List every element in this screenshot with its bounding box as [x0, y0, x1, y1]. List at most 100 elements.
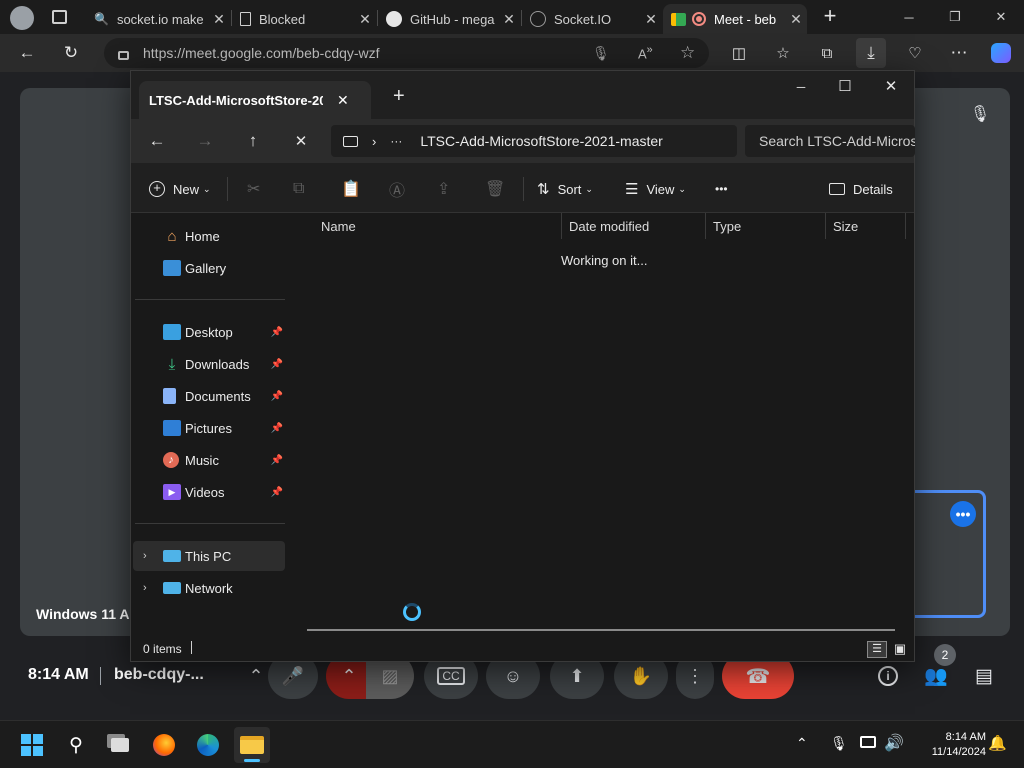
more-menu-icon[interactable]: ⋯	[944, 38, 974, 68]
chevron-right-icon: ›	[372, 133, 377, 149]
browser-tab-socketio-search[interactable]: 🔍 socket.io make ✕	[86, 4, 230, 34]
address-bar[interactable]: https://meet.google.com/beb-cdqy-wzf 🎙 A…	[104, 38, 709, 68]
back-icon[interactable]: ←	[141, 125, 173, 157]
chevron-right-icon[interactable]: ›	[143, 582, 147, 594]
task-view-icon[interactable]	[102, 727, 138, 763]
large-icons-view-icon[interactable]: ▣	[891, 641, 909, 658]
explorer-close-button[interactable]: ✕	[871, 75, 911, 99]
paste-icon[interactable]: 📋	[341, 175, 361, 203]
performance-icon[interactable]: ♡	[900, 38, 930, 68]
sort-button[interactable]: ⇅ Sort ⌄	[537, 175, 593, 203]
new-tab-button[interactable]: +	[818, 4, 842, 30]
show-hidden-icons-chevron-icon[interactable]: ⌃	[796, 735, 808, 752]
copy-icon[interactable]: ⧉	[293, 175, 304, 203]
nav-network[interactable]: › Network	[133, 573, 285, 603]
pin-icon[interactable]: 📌	[271, 327, 283, 338]
browser-tab-meet[interactable]: Meet - beb ✕	[663, 4, 807, 34]
browser-minimize-button[interactable]: ─	[886, 2, 932, 32]
nav-home[interactable]: ⌂ Home	[133, 221, 285, 251]
chevron-right-icon[interactable]: ›	[143, 550, 147, 562]
volume-icon[interactable]: 🔊	[884, 733, 904, 753]
forward-icon[interactable]: →	[189, 125, 221, 157]
explorer-maximize-button[interactable]: ☐	[825, 75, 865, 99]
browser-tab-github[interactable]: GitHub - mega ✕	[378, 4, 520, 34]
close-tab-icon[interactable]: ✕	[354, 11, 376, 28]
browser-tab-blocked[interactable]: Blocked ✕	[232, 4, 376, 34]
column-separator[interactable]	[705, 213, 706, 239]
column-header-type[interactable]: Type	[713, 219, 741, 234]
browser-tab-socketio[interactable]: Socket.IO ✕	[522, 4, 662, 34]
up-icon[interactable]: ↑	[237, 125, 269, 157]
path-overflow[interactable]: ···	[390, 134, 402, 148]
nav-documents[interactable]: Documents 📌	[133, 381, 285, 411]
new-tab-button[interactable]: +	[393, 85, 405, 108]
copilot-icon[interactable]	[986, 38, 1016, 68]
column-header-date-modified[interactable]: Date modified	[569, 219, 649, 234]
profile-avatar[interactable]	[10, 6, 34, 30]
read-aloud-icon[interactable]: A»	[638, 44, 653, 61]
system-clock[interactable]: 8:14 AM 11/14/2024	[916, 730, 986, 760]
column-separator[interactable]	[825, 213, 826, 239]
voice-search-icon[interactable]: 🎙	[592, 45, 610, 62]
pin-icon[interactable]: 📌	[271, 455, 283, 466]
explorer-tab[interactable]: LTSC-Add-MicrosoftStore-2021 ✕	[139, 81, 371, 119]
close-tab-icon[interactable]: ✕	[785, 11, 807, 28]
nav-pictures[interactable]: Pictures 📌	[133, 413, 285, 443]
close-tab-icon[interactable]: ✕	[208, 11, 230, 28]
more-options-button[interactable]: •••	[715, 175, 728, 203]
favorite-star-icon[interactable]: ☆	[680, 43, 695, 63]
back-icon[interactable]: ←	[12, 38, 42, 68]
chat-icon[interactable]: ▤	[970, 662, 998, 690]
favorites-icon[interactable]: ☆	[768, 38, 798, 68]
file-explorer-taskbar-icon[interactable]	[234, 727, 270, 763]
downloads-icon[interactable]: ⤓	[856, 38, 886, 68]
delete-icon[interactable]: 🗑	[485, 175, 505, 203]
edge-icon[interactable]	[190, 727, 226, 763]
details-button[interactable]: Details	[829, 175, 893, 203]
split-screen-icon[interactable]: ◫	[724, 38, 754, 68]
loading-spinner-icon	[403, 603, 421, 621]
column-header-size[interactable]: Size	[833, 219, 858, 234]
search-icon[interactable]: ⚲	[58, 727, 94, 763]
nav-videos[interactable]: ▶ Videos 📌	[133, 477, 285, 507]
pin-icon[interactable]: 📌	[271, 391, 283, 402]
start-button[interactable]	[14, 727, 50, 763]
microphone-in-use-icon[interactable]: 🎙	[830, 735, 848, 752]
column-separator[interactable]	[905, 213, 906, 239]
pin-icon[interactable]: 📌	[271, 487, 283, 498]
nav-this-pc[interactable]: › This PC	[133, 541, 285, 571]
explorer-minimize-button[interactable]: ─	[781, 75, 821, 99]
search-input[interactable]: Search LTSC-Add-Microsoft	[745, 125, 915, 157]
new-button[interactable]: + New ⌄	[149, 175, 211, 203]
close-tab-icon[interactable]: ✕	[337, 92, 349, 109]
collections-icon[interactable]: ⧉	[812, 38, 842, 68]
close-tab-icon[interactable]: ✕	[498, 11, 520, 28]
firefox-icon[interactable]	[146, 727, 182, 763]
refresh-icon[interactable]: ↻	[56, 38, 86, 68]
browser-restore-button[interactable]: ❐	[932, 2, 978, 32]
close-tab-icon[interactable]: ✕	[640, 11, 662, 28]
nav-desktop[interactable]: Desktop 📌	[133, 317, 285, 347]
browser-close-button[interactable]: ✕	[978, 2, 1024, 32]
pin-icon[interactable]: 📌	[271, 423, 283, 434]
notifications-bell-icon[interactable]: 🔔	[988, 734, 1007, 752]
nav-downloads[interactable]: ⤓ Downloads 📌	[133, 349, 285, 379]
cut-icon[interactable]: ✂	[247, 175, 260, 203]
meeting-info-icon[interactable]: i	[874, 662, 902, 690]
rename-icon[interactable]: Ⓐ	[389, 175, 405, 203]
details-view-icon[interactable]: ☰	[867, 641, 887, 658]
tile-options-button[interactable]: •••	[950, 501, 976, 527]
column-separator[interactable]	[561, 213, 562, 239]
view-button[interactable]: ☰ View ⌄	[625, 175, 686, 203]
network-status-icon[interactable]	[860, 736, 878, 750]
path-current-folder[interactable]: LTSC-Add-MicrosoftStore-2021-master	[420, 133, 662, 149]
path-bar[interactable]: › ··· LTSC-Add-MicrosoftStore-2021-maste…	[331, 125, 737, 157]
nav-music[interactable]: ♪ Music 📌	[133, 445, 285, 475]
column-header-name[interactable]: Name	[321, 219, 356, 234]
stop-loading-icon[interactable]: ✕	[285, 125, 317, 157]
tab-actions-icon[interactable]	[52, 10, 67, 24]
share-icon[interactable]: ⇪	[437, 175, 450, 203]
pin-icon[interactable]: 📌	[271, 359, 283, 370]
nav-gallery[interactable]: Gallery	[133, 253, 285, 283]
people-icon[interactable]: 👥	[922, 662, 950, 690]
